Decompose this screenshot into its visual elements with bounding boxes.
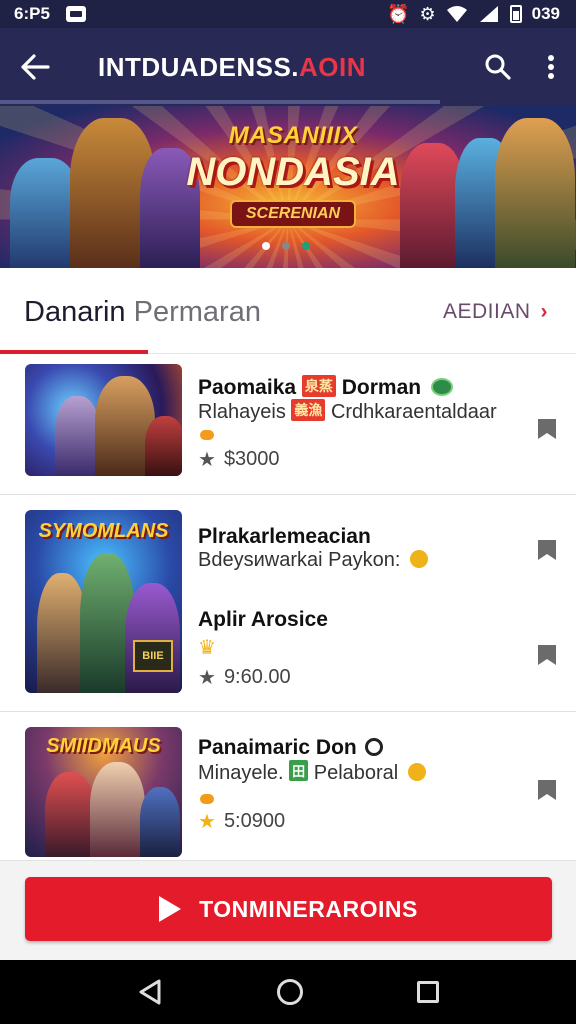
list-item[interactable]: SYMOMLANS BIIE Plrakarlemeacian Bdeysиwa…: [0, 495, 576, 712]
bookmark-icon[interactable]: [538, 419, 556, 439]
section-title-muted: Permaran: [133, 296, 261, 328]
banner-pager: [262, 242, 310, 250]
wifi-icon: [446, 6, 467, 22]
game-thumbnail: SMIIDMAUS: [25, 727, 182, 857]
settings-gear-icon: ⚙: [419, 4, 436, 24]
app-title-accent: AOIN: [299, 51, 367, 82]
item-subtitle-text: Rlahayeis: [198, 401, 286, 423]
item-subtitle: Minayele. 田 Pelaboral: [198, 760, 426, 785]
status-bar: 6:P5 ⏰ ⚙ 039: [0, 0, 576, 28]
cta-label: TONMINERAROINS: [199, 895, 418, 922]
app-title: INTDUADENSS.AOIN: [70, 52, 470, 83]
chevron-right-icon: ›: [540, 300, 548, 323]
status-right-text: 039: [531, 4, 560, 23]
status-dot: [200, 430, 214, 440]
more-vert-icon: [548, 55, 554, 79]
item-title-text: Paomaika: [198, 376, 297, 399]
banner-title: NONDASIA: [186, 150, 400, 194]
bottom-action-area: TONMINERAROINS: [0, 860, 576, 960]
app-title-main: INTDUADENSS.: [98, 51, 300, 82]
target-icon: [364, 738, 383, 756]
list-item[interactable]: SMIIDMAUS Panaimaric Don Minayele. 田 Pel…: [0, 712, 576, 860]
game-thumbnail: SYMOMLANS BIIE: [25, 510, 182, 693]
nav-recents-icon[interactable]: [417, 981, 439, 1003]
item-rating-price: ★ 9:60.00: [198, 665, 291, 690]
star-icon: ★: [198, 449, 216, 471]
coin-icon: [407, 763, 426, 781]
star-icon: ★: [198, 811, 216, 833]
item-subtitle: Bdeysиwarkai Paykon:: [198, 549, 428, 572]
coin-icon: [409, 550, 428, 568]
back-button[interactable]: [0, 28, 70, 106]
see-all-button[interactable]: AEDIIAN ›: [443, 300, 548, 324]
section-title-main: Danarin: [24, 296, 126, 328]
primary-cta-button[interactable]: TONMINERAROINS: [25, 877, 552, 941]
item-title2-text: Aplir Arosice: [198, 608, 328, 631]
item-title: Paomaika 泉蒸 Dorman: [198, 375, 453, 400]
bookmark-icon[interactable]: [538, 645, 556, 665]
nav-home-icon[interactable]: [277, 979, 303, 1005]
section-tab-indicator: [0, 350, 148, 354]
search-icon: [485, 54, 511, 80]
signal-icon: [479, 6, 498, 22]
nav-back-icon[interactable]: [137, 978, 163, 1006]
search-button[interactable]: [470, 28, 526, 106]
item-badge-row: ♛: [198, 635, 216, 660]
item-subtitle: Rlahayeis 義漁 Crdhkaraentaldaar: [198, 399, 497, 424]
item-title-text: Panaimaric Don: [198, 736, 357, 759]
item-tag: 田: [289, 760, 309, 781]
item-title-text: Plrakarlemeacian: [198, 525, 371, 548]
thumbnail-logo: SYMOMLANS: [38, 520, 169, 542]
pager-dot[interactable]: [302, 242, 310, 250]
battery-icon: [509, 5, 522, 23]
item-title-secondary: Aplir Arosice: [198, 608, 328, 632]
status-dot: [200, 794, 214, 804]
item-subtitle-text: Bdeysиwarkai Paykon:: [198, 549, 401, 571]
notification-icon: [65, 6, 86, 22]
item-title: Plrakarlemeacian: [198, 525, 371, 549]
pager-dot[interactable]: [262, 242, 270, 250]
banner-subtitle: SCERENIAN: [229, 200, 357, 228]
banner-sup-title: MASANIIIX: [228, 122, 358, 149]
item-title-tail: Dorman: [341, 376, 422, 399]
star-icon: ★: [198, 667, 216, 689]
thumbnail-sign: BIIE: [133, 640, 173, 672]
more-options-button[interactable]: [526, 28, 576, 106]
item-price: $3000: [223, 448, 280, 470]
appbar-progress-line: [0, 100, 440, 104]
app-bar: INTDUADENSS.AOIN: [0, 28, 576, 106]
thumbnail-logo: SMIIDMAUS: [46, 735, 161, 757]
item-rating-price: ★ $3000: [198, 447, 280, 472]
banner-character: [495, 118, 575, 268]
bookmark-icon[interactable]: [538, 540, 556, 560]
verified-badge-icon: [430, 378, 453, 396]
status-time: 6:P5: [14, 4, 50, 23]
item-title: Panaimaric Don: [198, 736, 383, 760]
system-nav-bar: [0, 960, 576, 1024]
play-icon: [159, 896, 182, 922]
item-rating-price: ★ 5:0900: [198, 809, 285, 834]
pager-dot[interactable]: [282, 242, 290, 250]
section-title: Danarin Permaran: [24, 296, 261, 329]
see-all-label: AEDIIAN: [442, 300, 531, 323]
game-thumbnail: [25, 364, 182, 476]
item-price: 5:0900: [223, 810, 286, 832]
item-subtitle-tail: Crdhkaraentaldaar: [330, 401, 497, 423]
list-item[interactable]: Paomaika 泉蒸 Dorman Rlahayeis 義漁 Crdhkara…: [0, 355, 576, 495]
item-price: 9:60.00: [223, 666, 291, 688]
back-arrow-icon: [21, 54, 50, 80]
item-tag: 泉蒸: [301, 375, 336, 397]
alarm-icon: ⏰: [387, 4, 410, 24]
item-subtitle-text: Minayele.: [198, 762, 284, 784]
banner-logo: MASANIIIX NONDASIA SCERENIAN: [175, 122, 411, 228]
item-tag: 義漁: [291, 399, 326, 421]
section-header: Danarin Permaran AEDIIAN ›: [0, 270, 576, 354]
bookmark-icon[interactable]: [538, 780, 556, 800]
crown-icon: ♛: [198, 637, 216, 659]
item-subtitle-tail: Pelaboral: [313, 762, 399, 784]
